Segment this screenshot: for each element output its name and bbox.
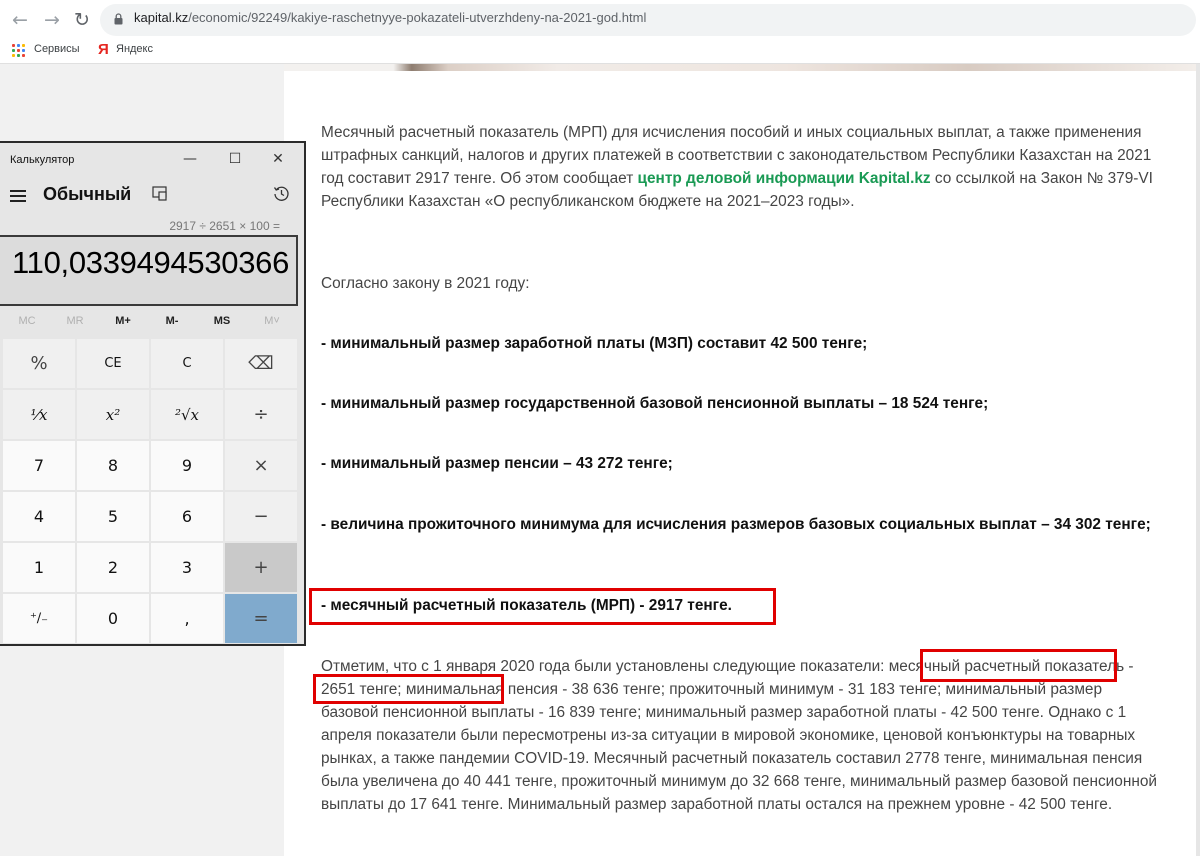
highlight-mrp-2020-part1 xyxy=(920,649,1117,682)
url-host: kapital.kz xyxy=(134,10,189,25)
clear-entry-button[interactable]: CE xyxy=(77,339,149,388)
highlight-mrp-2020-part2 xyxy=(313,674,504,704)
percent-button[interactable]: % xyxy=(3,339,75,388)
digit-0-button[interactable]: 0 xyxy=(77,594,149,643)
yandex-icon: Я xyxy=(98,41,109,58)
calculator-title: Калькулятор xyxy=(10,154,75,166)
kapital-link[interactable]: центр деловой информации Kapital.kz xyxy=(638,170,931,187)
calculator-mode: Обычный xyxy=(43,184,132,204)
bookmark-yandex[interactable]: Яндекс xyxy=(116,43,153,55)
url-path: /economic/92249/kakiye-raschetnyye-pokaz… xyxy=(188,10,647,25)
add-button[interactable]: + xyxy=(225,543,297,592)
subtract-button[interactable]: − xyxy=(225,492,297,541)
item-base-pension: - минимальный размер государственной баз… xyxy=(321,395,989,412)
reciprocal-button[interactable]: ⅟x xyxy=(3,390,75,439)
expression-line: 2917 ÷ 2651 × 100 = xyxy=(169,219,280,233)
url-text[interactable]: kapital.kz/economic/92249/kakiye-raschet… xyxy=(134,10,646,25)
backspace-icon[interactable]: ⌫ xyxy=(225,339,297,388)
apps-grid-icon[interactable] xyxy=(12,44,25,57)
browser-toolbar: ← → ↻ kapital.kz/economic/92249/kakiye-r… xyxy=(0,0,1200,40)
digit-5-button[interactable]: 5 xyxy=(77,492,149,541)
minimize-icon[interactable]: — xyxy=(180,149,200,169)
bookmark-services[interactable]: Сервисы xyxy=(34,43,80,55)
memory-subtract-button[interactable]: M- xyxy=(148,315,196,327)
digit-4-button[interactable]: 4 xyxy=(3,492,75,541)
memory-recall-button[interactable]: MR xyxy=(51,315,99,327)
memory-list-button[interactable]: M˅ xyxy=(248,315,296,327)
result-value: 110,0339494530366 xyxy=(12,245,290,280)
keep-on-top-icon[interactable] xyxy=(152,186,167,201)
digit-1-button[interactable]: 1 xyxy=(3,543,75,592)
back-arrow-icon[interactable]: ← xyxy=(8,8,32,32)
decimal-button[interactable]: , xyxy=(151,594,223,643)
intro-paragraph: Месячный расчетный показатель (МРП) для … xyxy=(321,124,1153,210)
digit-8-button[interactable]: 8 xyxy=(77,441,149,490)
digit-7-button[interactable]: 7 xyxy=(3,441,75,490)
digit-6-button[interactable]: 6 xyxy=(151,492,223,541)
hero-image-edge xyxy=(284,64,1196,71)
memory-clear-button[interactable]: MC xyxy=(3,315,51,327)
square-root-button[interactable]: ²√x xyxy=(151,390,223,439)
reload-icon[interactable]: ↻ xyxy=(70,8,94,32)
close-icon[interactable]: ✕ xyxy=(268,149,288,169)
result-display: 110,0339494530366 xyxy=(0,235,298,306)
memory-store-button[interactable]: MS xyxy=(198,315,246,327)
divide-button[interactable]: ÷ xyxy=(225,390,297,439)
history-icon[interactable] xyxy=(273,185,290,202)
digit-9-button[interactable]: 9 xyxy=(151,441,223,490)
clear-button[interactable]: C xyxy=(151,339,223,388)
maximize-icon[interactable]: ☐ xyxy=(225,149,245,169)
digit-2-button[interactable]: 2 xyxy=(77,543,149,592)
menu-icon[interactable] xyxy=(10,190,26,202)
memory-add-button[interactable]: M+ xyxy=(99,315,147,327)
item-min-wage: - минимальный размер заработной платы (М… xyxy=(321,335,868,352)
multiply-button[interactable]: × xyxy=(225,441,297,490)
equals-button[interactable]: = xyxy=(225,594,297,643)
digit-3-button[interactable]: 3 xyxy=(151,543,223,592)
law-lead-text: Согласно закону в 2021 году: xyxy=(321,275,530,292)
negate-button[interactable]: ⁺∕₋ xyxy=(3,594,75,643)
article-body: Месячный расчетный показатель (МРП) для … xyxy=(284,64,1196,856)
square-button[interactable]: x² xyxy=(77,390,149,439)
highlight-mrp-2021 xyxy=(309,588,776,625)
page-scrollbar[interactable] xyxy=(1196,64,1200,856)
forward-arrow-icon[interactable]: → xyxy=(40,8,64,32)
lock-icon xyxy=(114,13,123,25)
item-subsistence: - величина прожиточного минимума для исч… xyxy=(321,516,1151,533)
item-min-pension: - минимальный размер пенсии – 43 272 тен… xyxy=(321,455,673,472)
calculator-window: Калькулятор — ☐ ✕ Обычный 2917 ÷ 2651 × … xyxy=(0,141,306,646)
bookmarks-bar: Сервисы Я Яндекс xyxy=(0,38,1200,64)
